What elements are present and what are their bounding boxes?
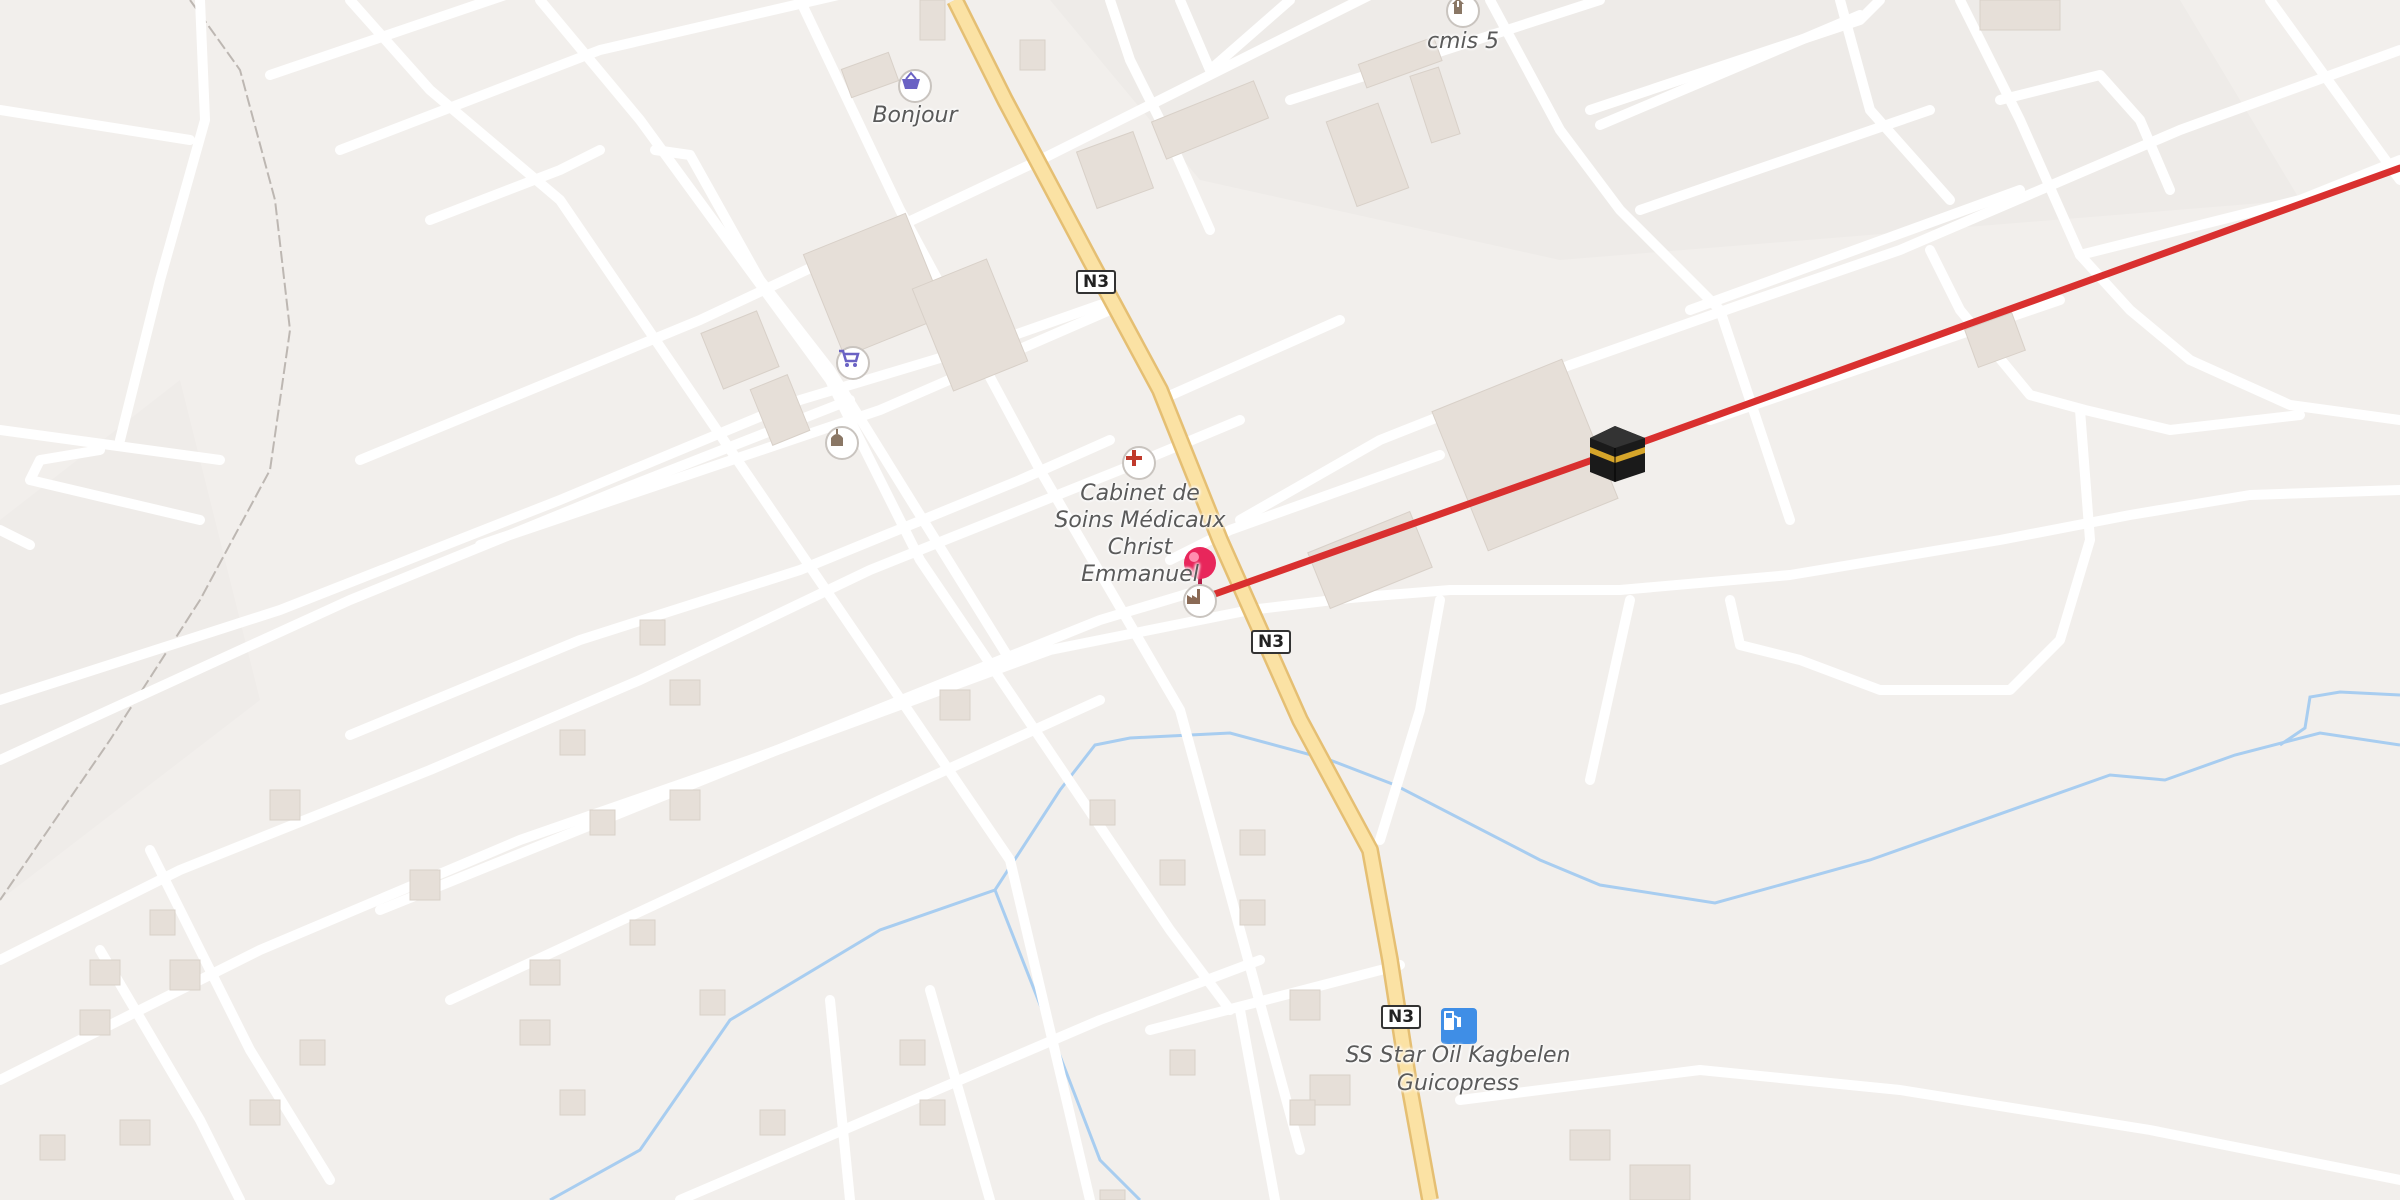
shopping-basket-icon (902, 71, 920, 89)
fuel-station-icon (1444, 1011, 1461, 1030)
road-shield-n3: N3 (1076, 270, 1117, 294)
medical-cross-icon (1126, 450, 1142, 466)
place-label-bonjour: Bonjour (872, 103, 958, 128)
map-canvas[interactable]: N3 N3 N3 cmis 5 Bonjour Cabinet de Soins… (0, 0, 2400, 1200)
religious-building-icon (1452, 0, 1464, 14)
shopping-cart-icon (839, 349, 860, 367)
shopping-cart-icon[interactable] (836, 346, 870, 380)
factory-icon (1187, 589, 1200, 604)
mosque-icon (831, 429, 843, 446)
road-shield-n3: N3 (1381, 1005, 1422, 1029)
medical-cross-icon[interactable] (1122, 446, 1156, 480)
place-label-guicopress: Guicopress (1396, 1071, 1520, 1096)
place-label-cmis5: cmis 5 (1426, 29, 1500, 54)
road-shield-n3: N3 (1251, 630, 1292, 654)
mosque-icon[interactable] (825, 426, 859, 460)
kaaba-icon[interactable] (1590, 426, 1645, 482)
place-label-cabinet: Cabinet de Soins Médicaux Christ Emmanue… (1054, 481, 1226, 587)
fuel-station-icon[interactable] (1441, 1008, 1477, 1044)
factory-icon[interactable] (1183, 584, 1217, 618)
shopping-basket-icon[interactable] (898, 69, 932, 103)
place-label-star-oil: SS Star Oil Kagbelen (1345, 1043, 1571, 1068)
